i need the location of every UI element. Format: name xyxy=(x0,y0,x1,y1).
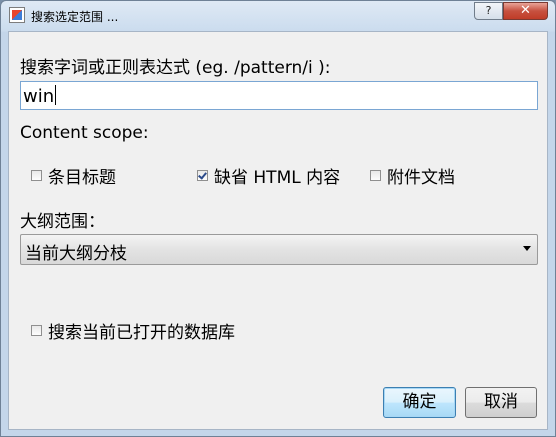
checkbox-attachments[interactable]: 附件文档 xyxy=(370,163,455,188)
checkbox-attachments-label: 附件文档 xyxy=(387,168,455,188)
checkbox-default-html-label: 缺省 HTML 内容 xyxy=(214,168,341,188)
checkbox-box[interactable] xyxy=(370,170,381,181)
checkbox-item-title[interactable]: 条目标题 xyxy=(31,163,116,188)
text-caret xyxy=(55,85,57,105)
chevron-down-icon xyxy=(523,246,531,251)
dialog-body: 搜索字词或正则表达式 (eg. /pattern/i ): win Conten… xyxy=(8,31,548,430)
checkbox-box[interactable] xyxy=(31,325,42,336)
app-icon xyxy=(9,7,25,23)
search-input-value: win xyxy=(23,86,55,107)
outline-scope-selected: 当前大纲分枝 xyxy=(25,244,127,264)
checkbox-search-open-db-label: 搜索当前已打开的数据库 xyxy=(48,323,235,343)
checkbox-default-html[interactable]: 缺省 HTML 内容 xyxy=(197,163,340,188)
checkbox-box-checked[interactable] xyxy=(197,170,208,181)
cancel-button[interactable]: 取消 xyxy=(465,387,537,418)
ok-button[interactable]: 确定 xyxy=(383,387,456,418)
outline-scope-select[interactable]: 当前大纲分枝 xyxy=(20,234,538,265)
window-title: 搜索选定范围 ... xyxy=(31,10,119,24)
close-button[interactable]: ✕ xyxy=(503,2,548,20)
content-scope-label: Content scope: xyxy=(20,123,149,143)
dialog-window: 搜索选定范围 ... ? ✕ 搜索字词或正则表达式 (eg. /pattern/… xyxy=(0,0,556,437)
outline-scope-label: 大纲范围： xyxy=(20,212,105,232)
title-bar[interactable]: 搜索选定范围 ... ? ✕ xyxy=(1,1,555,31)
checkbox-box[interactable] xyxy=(31,170,42,181)
search-input[interactable]: win xyxy=(20,81,538,110)
checkbox-search-open-db[interactable]: 搜索当前已打开的数据库 xyxy=(31,318,235,343)
checkbox-item-title-label: 条目标题 xyxy=(48,168,116,188)
help-button[interactable]: ? xyxy=(474,2,503,20)
search-label: 搜索字词或正则表达式 (eg. /pattern/i ): xyxy=(20,58,331,78)
